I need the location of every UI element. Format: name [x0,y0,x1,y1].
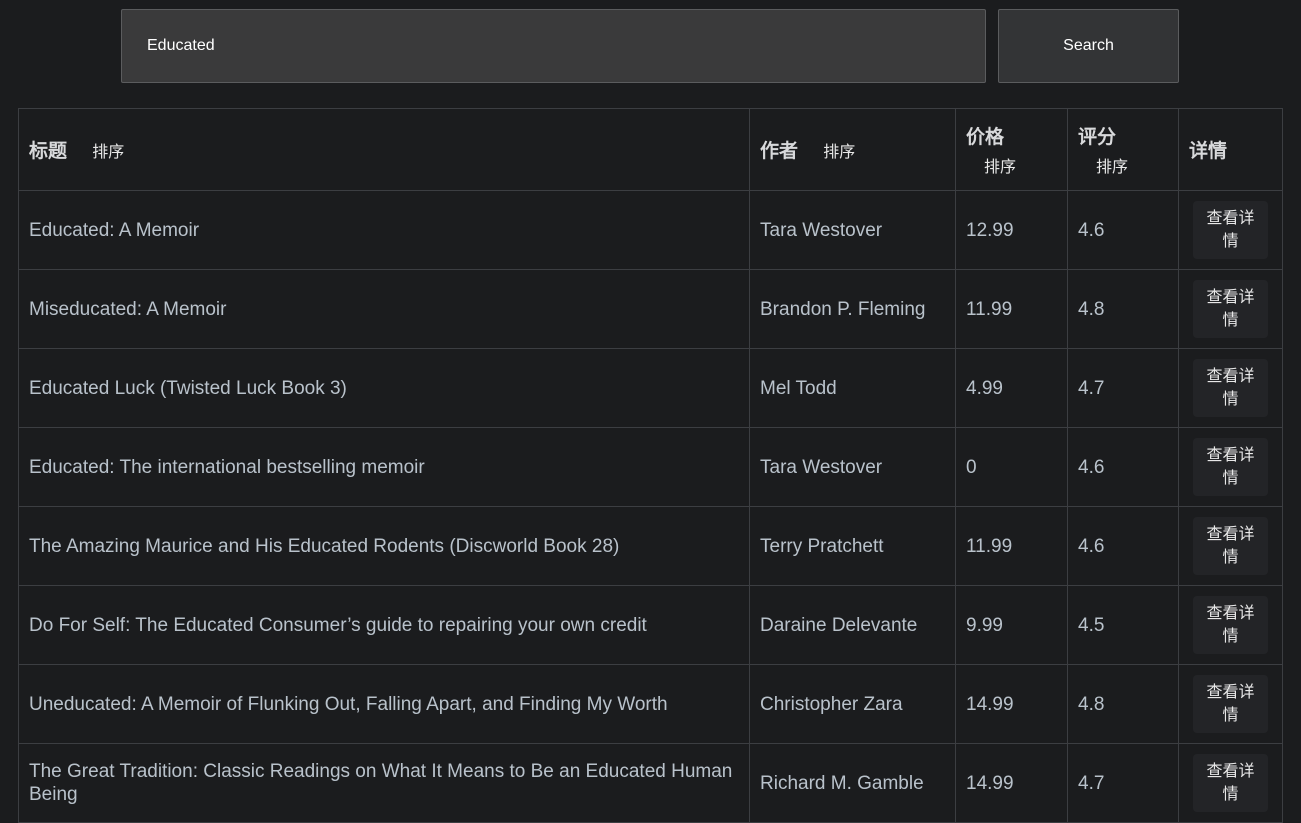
table-row: Miseducated: A Memoir Brandon P. Fleming… [18,269,1283,349]
cell-detail: 查看详情 [1178,269,1283,349]
view-details-button[interactable]: 查看详情 [1193,754,1268,812]
header-author: 作者 排序 [749,108,956,191]
header-author-label: 作者 [760,141,799,162]
cell-rating: 4.6 [1067,506,1179,586]
cell-author: Terry Pratchett [749,506,956,586]
cell-price: 11.99 [955,269,1068,349]
cell-detail: 查看详情 [1178,585,1283,665]
cell-detail: 查看详情 [1178,190,1283,270]
table-row: The Great Tradition: Classic Readings on… [18,743,1283,823]
table-row: Educated: The international bestselling … [18,427,1283,507]
header-price-label: 价格 [966,127,1005,148]
cell-title: Educated: The international bestselling … [18,427,750,507]
header-title-label: 标题 [29,141,68,162]
cell-author: Daraine Delevante [749,585,956,665]
cell-price: 12.99 [955,190,1068,270]
cell-author: Tara Westover [749,427,956,507]
cell-detail: 查看详情 [1178,664,1283,744]
cell-rating: 4.5 [1067,585,1179,665]
sort-price-button[interactable]: 排序 [984,153,1016,177]
cell-author: Richard M. Gamble [749,743,956,823]
cell-rating: 4.6 [1067,190,1179,270]
cell-price: 14.99 [955,743,1068,823]
header-price: 价格 排序 [955,108,1068,191]
cell-detail: 查看详情 [1178,348,1283,428]
cell-title: The Amazing Maurice and His Educated Rod… [18,506,750,586]
cell-rating: 4.6 [1067,427,1179,507]
cell-author: Tara Westover [749,190,956,270]
table-row: Educated: A Memoir Tara Westover 12.99 4… [18,190,1283,270]
cell-author: Brandon P. Fleming [749,269,956,349]
cell-author: Christopher Zara [749,664,956,744]
table-row: The Amazing Maurice and His Educated Rod… [18,506,1283,586]
view-details-button[interactable]: 查看详情 [1193,201,1268,259]
cell-price: 4.99 [955,348,1068,428]
view-details-button[interactable]: 查看详情 [1193,675,1268,733]
cell-title: The Great Tradition: Classic Readings on… [18,743,750,823]
cell-rating: 4.8 [1067,269,1179,349]
cell-price: 11.99 [955,506,1068,586]
cell-price: 9.99 [955,585,1068,665]
cell-detail: 查看详情 [1178,427,1283,507]
search-bar: Search [121,9,1179,83]
cell-rating: 4.7 [1067,348,1179,428]
table-header-row: 标题 排序 作者 排序 价格 排序 评分 排序 详情 [18,108,1283,191]
sort-title-button[interactable]: 排序 [92,138,124,162]
sort-rating-button[interactable]: 排序 [1096,153,1128,177]
view-details-button[interactable]: 查看详情 [1193,596,1268,654]
view-details-button[interactable]: 查看详情 [1193,280,1268,338]
cell-title: Educated: A Memoir [18,190,750,270]
cell-detail: 查看详情 [1178,743,1283,823]
header-rating: 评分 排序 [1067,108,1179,191]
cell-title: Educated Luck (Twisted Luck Book 3) [18,348,750,428]
view-details-button[interactable]: 查看详情 [1193,438,1268,496]
cell-title: Miseducated: A Memoir [18,269,750,349]
header-rating-label: 评分 [1078,127,1117,148]
cell-title: Do For Self: The Educated Consumer’s gui… [18,585,750,665]
search-button[interactable]: Search [998,9,1179,83]
results-table: 标题 排序 作者 排序 价格 排序 评分 排序 详情 Educated: A M… [18,108,1283,823]
cell-author: Mel Todd [749,348,956,428]
cell-rating: 4.7 [1067,743,1179,823]
cell-detail: 查看详情 [1178,506,1283,586]
view-details-button[interactable]: 查看详情 [1193,359,1268,417]
table-row: Educated Luck (Twisted Luck Book 3) Mel … [18,348,1283,428]
search-input[interactable] [121,9,986,83]
header-detail: 详情 [1178,108,1283,191]
header-detail-label: 详情 [1189,141,1228,162]
table-row: Uneducated: A Memoir of Flunking Out, Fa… [18,664,1283,744]
sort-author-button[interactable]: 排序 [823,138,855,162]
view-details-button[interactable]: 查看详情 [1193,517,1268,575]
cell-title: Uneducated: A Memoir of Flunking Out, Fa… [18,664,750,744]
header-title: 标题 排序 [18,108,750,191]
cell-rating: 4.8 [1067,664,1179,744]
cell-price: 0 [955,427,1068,507]
table-row: Do For Self: The Educated Consumer’s gui… [18,585,1283,665]
cell-price: 14.99 [955,664,1068,744]
